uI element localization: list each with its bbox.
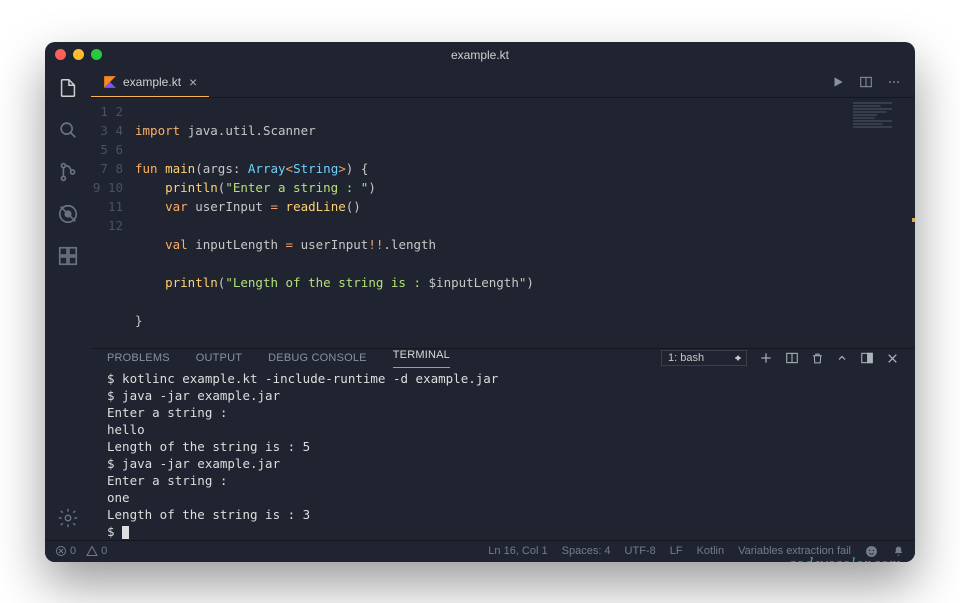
- tab-terminal[interactable]: TERMINAL: [393, 349, 450, 368]
- run-icon[interactable]: [831, 75, 845, 89]
- extensions-icon[interactable]: [56, 244, 80, 268]
- status-errors[interactable]: 0: [55, 545, 76, 557]
- terminal-line: $: [107, 524, 122, 539]
- editor-tabs: example.kt ×: [91, 68, 915, 98]
- terminal-line: Enter a string :: [107, 473, 227, 488]
- panel-tabs: PROBLEMS OUTPUT DEBUG CONSOLE TERMINAL 1…: [91, 349, 915, 368]
- window-title: example.kt: [45, 48, 915, 62]
- titlebar: example.kt: [45, 42, 915, 68]
- close-panel-icon[interactable]: [886, 352, 899, 365]
- debug-icon[interactable]: [56, 202, 80, 226]
- terminal-line: Length of the string is : 3: [107, 507, 310, 522]
- split-editor-icon[interactable]: [859, 75, 873, 89]
- new-terminal-icon[interactable]: [759, 351, 773, 365]
- settings-gear-icon[interactable]: [56, 506, 80, 530]
- terminal-cursor: [122, 526, 129, 539]
- terminal-line: $ kotlinc example.kt -include-runtime -d…: [107, 371, 498, 386]
- tab-example-kt[interactable]: example.kt ×: [91, 68, 209, 97]
- activity-bar: [45, 68, 91, 540]
- tab-label: example.kt: [123, 75, 181, 89]
- terminal-line: $ java -jar example.jar: [107, 456, 280, 471]
- close-tab-icon[interactable]: ×: [189, 74, 197, 90]
- code-content[interactable]: import java.util.Scanner fun main(args: …: [135, 98, 915, 348]
- maximize-panel-icon[interactable]: [836, 352, 848, 364]
- terminal-line: $ java -jar example.jar: [107, 388, 280, 403]
- terminal-output[interactable]: $ kotlinc example.kt -include-runtime -d…: [91, 368, 915, 562]
- panel-layout-icon[interactable]: [860, 351, 874, 365]
- split-terminal-icon[interactable]: [785, 351, 799, 365]
- bottom-panel: PROBLEMS OUTPUT DEBUG CONSOLE TERMINAL 1…: [91, 348, 915, 540]
- explorer-icon[interactable]: [56, 76, 80, 100]
- terminal-line: Enter a string :: [107, 405, 227, 420]
- kotlin-file-icon: [103, 75, 117, 89]
- more-actions-icon[interactable]: [887, 75, 901, 89]
- tab-output[interactable]: OUTPUT: [196, 352, 242, 364]
- overview-ruler: [912, 98, 915, 348]
- vscode-window: example.kt: [45, 42, 915, 562]
- watermark: codevscolor.com: [788, 555, 901, 562]
- terminal-line: one: [107, 490, 130, 505]
- source-control-icon[interactable]: [56, 160, 80, 184]
- tab-problems[interactable]: PROBLEMS: [107, 352, 170, 364]
- editor-area[interactable]: 1 2 3 4 5 6 7 8 9 10 11 12 import java.u…: [91, 98, 915, 348]
- search-icon[interactable]: [56, 118, 80, 142]
- minimap[interactable]: [853, 102, 909, 128]
- terminal-selector[interactable]: 1: bash: [661, 350, 747, 366]
- line-number-gutter: 1 2 3 4 5 6 7 8 9 10 11 12: [91, 98, 135, 348]
- terminal-line: Length of the string is : 5: [107, 439, 310, 454]
- kill-terminal-icon[interactable]: [811, 352, 824, 365]
- tab-debug-console[interactable]: DEBUG CONSOLE: [268, 352, 367, 364]
- terminal-line: hello: [107, 422, 145, 437]
